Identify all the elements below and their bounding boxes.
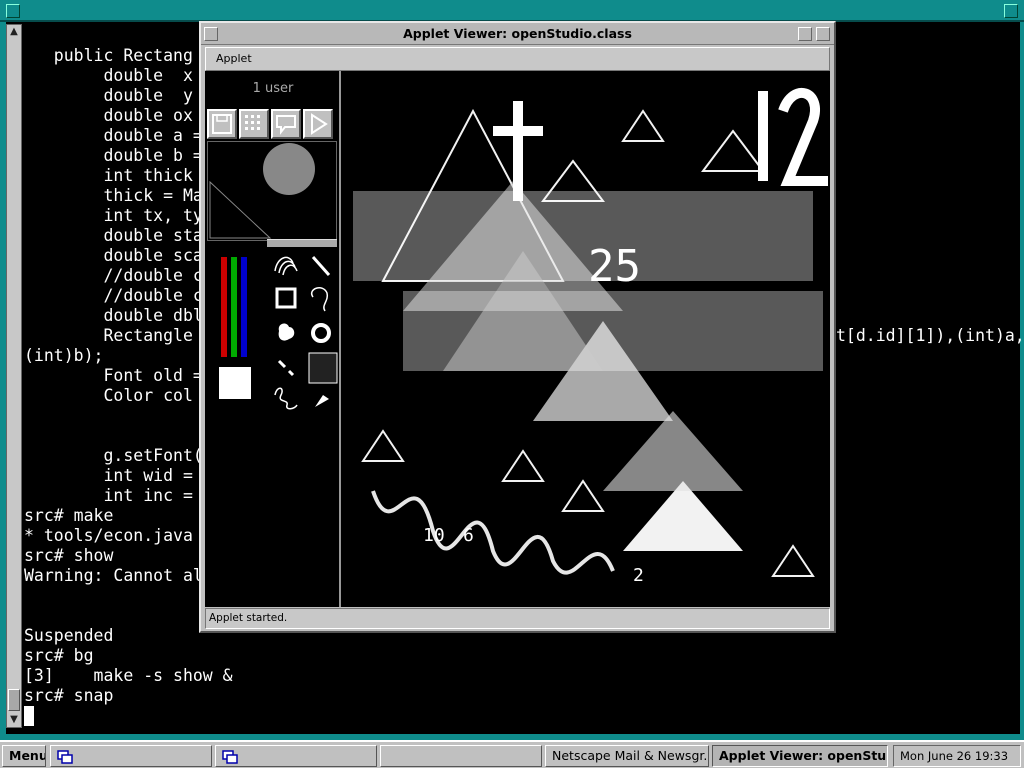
terminal-line: [3] make -s show & xyxy=(24,666,233,685)
rectangle-tool-icon xyxy=(275,287,297,309)
terminal-line: Font old = xyxy=(24,366,203,385)
terminal-line: int wid = xyxy=(24,466,193,485)
applet-status-bar: Applet started. xyxy=(205,608,830,629)
pencil-tool-icon xyxy=(277,359,295,377)
terminal-line: Warning: Cannot al xyxy=(24,566,203,585)
terminal-line: //double c xyxy=(24,266,203,285)
terminal-line: Rectangle xyxy=(24,326,193,345)
scribble-tool-icon xyxy=(274,387,298,410)
applet-viewer-window[interactable]: Applet Viewer: openStudio.class Applet 1… xyxy=(199,21,836,633)
taskbar-item-applet-viewer[interactable]: Applet Viewer: openStu... xyxy=(712,745,888,767)
circle-tool-icon xyxy=(311,323,331,343)
terminal-line: thick = Ma xyxy=(24,186,203,205)
pattern-tool-icon xyxy=(308,352,338,384)
red-channel-bar[interactable] xyxy=(221,257,227,357)
save-tool-button[interactable] xyxy=(207,109,237,139)
line-tool-icon xyxy=(311,256,331,276)
terminal-line: double dbl xyxy=(24,306,203,325)
user-count-label: 1 user xyxy=(252,81,294,96)
taskbar-item-terminal-1[interactable] xyxy=(50,745,212,767)
color-swatch[interactable] xyxy=(219,367,251,399)
terminal-line: Suspended xyxy=(24,626,114,645)
terminal-line: int tx, ty xyxy=(24,206,203,225)
drawing-canvas[interactable]: 25 6 10 2 xyxy=(343,71,830,607)
brush-tool-icon xyxy=(315,395,329,407)
taskbar-clock: Mon June 26 19:33 xyxy=(893,745,1021,767)
terminal-cursor xyxy=(24,706,34,726)
scroll-thumb[interactable] xyxy=(8,689,20,711)
green-channel-bar[interactable] xyxy=(231,257,237,357)
scroll-up-arrow-icon[interactable]: ▲ xyxy=(7,25,21,39)
terminal-line: double b = xyxy=(24,146,203,165)
drawing-tools[interactable] xyxy=(267,249,339,415)
terminal-line: src# snap xyxy=(24,686,114,705)
terminal-titlebar[interactable] xyxy=(0,0,1024,22)
tool-panel: 1 user xyxy=(205,71,341,607)
applet-titlebar[interactable]: Applet Viewer: openStudio.class xyxy=(201,23,834,45)
applet-window-title: Applet Viewer: openStudio.class xyxy=(403,26,632,41)
minimize-button[interactable] xyxy=(798,27,812,41)
terminal-line: double x xyxy=(24,66,193,85)
curve-tool-icon xyxy=(274,256,298,276)
terminal-line: double sca xyxy=(24,246,203,265)
terminal-line: int inc = xyxy=(24,486,193,505)
terminal-scrollbar[interactable]: ▲ ▼ xyxy=(6,24,22,728)
svg-text:2: 2 xyxy=(633,565,644,586)
floppy-icon xyxy=(212,114,232,134)
terminal-line: src# show xyxy=(24,546,114,565)
terminal-line: double ox xyxy=(24,106,193,125)
applet-menubar: Applet xyxy=(205,47,830,71)
grid-tool-button[interactable] xyxy=(239,109,269,139)
terminal-line: int thick xyxy=(24,166,193,185)
blue-channel-bar[interactable] xyxy=(241,257,247,357)
status-text: Applet started. xyxy=(209,612,288,624)
size-slider[interactable] xyxy=(267,239,337,247)
taskbar-item-empty[interactable] xyxy=(380,745,542,767)
terminal-line: g.setFont( xyxy=(24,446,203,465)
maximize-button[interactable] xyxy=(816,27,830,41)
grid-icon xyxy=(245,115,260,130)
play-tool-button[interactable] xyxy=(303,109,333,139)
freehand-tool-icon xyxy=(310,287,329,312)
terminal-menu-button[interactable] xyxy=(6,4,20,18)
terminal-line: //double c xyxy=(24,286,203,305)
svg-text:6: 6 xyxy=(463,525,474,546)
play-icon xyxy=(311,113,328,135)
circle-preview xyxy=(263,143,315,195)
terminal-line: src# make xyxy=(24,506,114,525)
window-icon xyxy=(57,749,73,764)
speech-tool-button[interactable] xyxy=(271,109,301,139)
terminal-close-button[interactable] xyxy=(1004,4,1018,18)
start-menu-button[interactable]: Menu xyxy=(2,745,46,767)
taskbar: Menu Netscape Mail & Newsgr... Applet Vi… xyxy=(0,740,1024,768)
terminal-line: double sta xyxy=(24,226,203,245)
svg-text:10: 10 xyxy=(423,525,445,546)
scroll-down-arrow-icon[interactable]: ▼ xyxy=(7,713,21,727)
terminal-line-overflow: t[d.id][1]),(int)a, xyxy=(836,326,1024,345)
speech-bubble-icon xyxy=(276,115,296,135)
terminal-line: public Rectang xyxy=(24,46,193,65)
taskbar-item-netscape-mail[interactable]: Netscape Mail & Newsgr... xyxy=(545,745,709,767)
terminal-line: double y xyxy=(24,86,193,105)
terminal-line: double a = xyxy=(24,126,203,145)
terminal-border-right xyxy=(1020,22,1024,740)
terminal-line: src# bg xyxy=(24,646,94,665)
terminal-line: (int)b); xyxy=(24,346,104,365)
terminal-line: * tools/econ.java xyxy=(24,526,193,545)
window-icon xyxy=(222,749,238,764)
applet-content[interactable]: 1 user 6 10 2 xyxy=(205,71,830,607)
taskbar-item-terminal-2[interactable] xyxy=(215,745,377,767)
fill-tool-icon xyxy=(278,323,295,341)
menu-applet[interactable]: Applet xyxy=(216,52,252,65)
terminal-line: Color col xyxy=(24,386,193,405)
